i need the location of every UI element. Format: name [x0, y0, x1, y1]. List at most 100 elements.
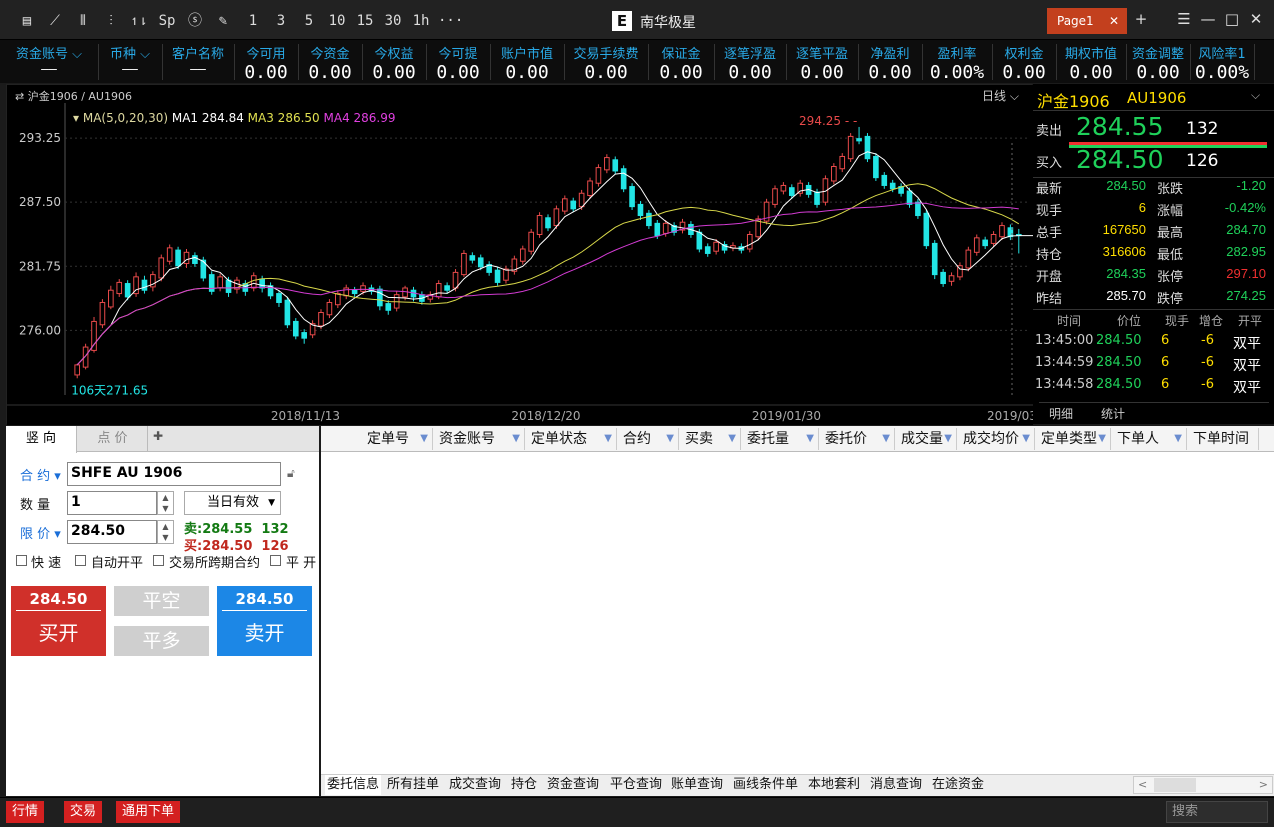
candle-body	[351, 289, 358, 295]
column-header[interactable]: 下单时间	[1187, 428, 1259, 450]
filter-icon[interactable]: ▼	[666, 428, 674, 450]
tab-vertical[interactable]: 竖 向	[6, 426, 77, 453]
close-open-checkbox[interactable]	[270, 555, 281, 566]
kline-chart[interactable]: ⇄ 沪金1906 / AU1906 日线 ⌵ ▾ MA(5,0,20,30) MA1…	[7, 85, 1037, 425]
bottom-tab[interactable]: 委托信息	[325, 775, 382, 795]
more-icon[interactable]: ···	[438, 10, 463, 32]
menu-icon[interactable]: ▤	[16, 10, 38, 32]
filter-icon[interactable]: ▼	[512, 428, 520, 450]
column-header[interactable]: 定单号 ▼	[361, 428, 433, 450]
auto-open-close-checkbox[interactable]	[75, 555, 86, 566]
bottom-tab[interactable]: 平仓查询	[610, 775, 662, 795]
add-tab-icon[interactable]: ✚	[153, 429, 163, 443]
bottom-tab[interactable]: 账单查询	[671, 775, 723, 795]
filter-icon[interactable]: ▼	[882, 428, 890, 450]
s-box-icon[interactable]: ⓢ	[184, 10, 206, 32]
summary-0[interactable]: 资金账号 ⌵ ——	[0, 40, 98, 83]
tab-detail[interactable]: 明细	[1049, 405, 1073, 422]
filter-icon[interactable]: ▼	[728, 428, 736, 450]
list-menu-icon[interactable]: ☰	[1174, 10, 1194, 28]
sell-open-button[interactable]: 284.50 卖开	[217, 586, 312, 656]
period-3-button[interactable]: 3	[270, 10, 292, 32]
period-5-button[interactable]: 5	[298, 10, 320, 32]
unlock-icon[interactable]: 🔓︎	[287, 466, 295, 481]
line-chart-icon[interactable]: ⟋	[44, 10, 66, 32]
price-stepper[interactable]: ▲ ▼	[157, 520, 174, 544]
close-short-button[interactable]: 平空	[114, 586, 209, 616]
bottom-tab[interactable]: 所有挂单	[387, 775, 439, 795]
filter-icon[interactable]: ▼	[1022, 428, 1030, 450]
close-tab-icon[interactable]: ✕	[1109, 8, 1119, 34]
column-header[interactable]: 定单类型 ▼	[1035, 428, 1111, 450]
filter-icon[interactable]: ▼	[806, 428, 814, 450]
column-header[interactable]: 资金账号 ▼	[433, 428, 525, 450]
filter-icon[interactable]: ▼	[1174, 428, 1182, 450]
period-selector[interactable]: 日线 ⌵	[982, 89, 1019, 103]
column-header[interactable]: 成交均价 ▼	[957, 428, 1035, 450]
sell-price[interactable]: 284.55	[1076, 112, 1163, 141]
filter-icon[interactable]: ▼	[604, 428, 612, 450]
horizontal-scrollbar[interactable]: < >	[1133, 776, 1273, 794]
bottom-tab[interactable]: 本地套利	[808, 775, 860, 795]
bottom-tab[interactable]: 持仓	[511, 775, 537, 795]
column-header[interactable]: 合约 ▼	[617, 428, 679, 450]
bottom-tab[interactable]: 成交查询	[449, 775, 501, 795]
period-30-button[interactable]: 30	[382, 10, 404, 32]
filter-icon[interactable]: ▼	[944, 428, 952, 450]
price-input[interactable]: 284.50	[67, 520, 157, 544]
sp-icon[interactable]: Sp	[156, 10, 178, 32]
minimize-icon[interactable]: —	[1198, 10, 1218, 28]
bar-icon[interactable]: ⫶	[100, 10, 122, 32]
bottom-tab[interactable]: 在途资金	[932, 775, 984, 795]
column-header[interactable]: 委托量 ▼	[741, 428, 819, 450]
summary-value: 0.00	[505, 62, 549, 83]
tab-page1[interactable]: Page1 ✕	[1047, 8, 1127, 34]
stat-label: 开盘	[1036, 270, 1063, 285]
add-tab-icon[interactable]: +	[1131, 10, 1151, 28]
kline-chart-panel[interactable]: ⇄ 沪金1906 / AU1906 日线 ⌵ ▾ MA(5,0,20,30) MA1…	[6, 84, 1037, 425]
filter-icon[interactable]: ▼	[420, 428, 428, 450]
candle-body	[570, 200, 577, 210]
validity-select[interactable]: 当日有效 ▼	[184, 491, 281, 515]
summary-1[interactable]: 币种 ⌵ ——	[98, 40, 162, 83]
pen-icon[interactable]: ✎	[212, 10, 234, 32]
bottom-tab[interactable]: 画线条件单	[733, 775, 798, 795]
tab-stats[interactable]: 统计	[1101, 405, 1125, 422]
tick-icon[interactable]: ↿⇂	[128, 10, 150, 32]
scroll-right-icon[interactable]: >	[1259, 778, 1268, 791]
buy-price[interactable]: 284.50	[1076, 145, 1163, 174]
bottom-tab[interactable]: 资金查询	[547, 775, 599, 795]
period-10-button[interactable]: 10	[326, 10, 348, 32]
column-header[interactable]: 成交量 ▼	[895, 428, 957, 450]
filter-icon[interactable]: ▼	[1098, 428, 1106, 450]
contract-input[interactable]: SHFE AU 1906	[67, 462, 281, 486]
general-order-button[interactable]: 通用下单	[116, 801, 181, 823]
buy-open-button[interactable]: 284.50 买开	[11, 586, 106, 656]
contract-label[interactable]: 合 约 ▾	[20, 465, 61, 484]
period-1h-button[interactable]: 1h	[410, 10, 432, 32]
column-header[interactable]: 委托价 ▼	[819, 428, 895, 450]
quick-checkbox[interactable]	[16, 555, 27, 566]
candle-icon[interactable]: ⫴	[72, 10, 94, 32]
candle-body	[704, 246, 711, 254]
search-input[interactable]: 搜索	[1166, 801, 1268, 823]
column-header[interactable]: 定单状态 ▼	[525, 428, 617, 450]
chevron-down-icon[interactable]: ⌵	[1251, 88, 1260, 103]
tab-click-price[interactable]: 点 价	[78, 426, 148, 452]
period-15-button[interactable]: 15	[354, 10, 376, 32]
scroll-left-icon[interactable]: <	[1138, 778, 1147, 791]
close-window-icon[interactable]: ✕	[1246, 10, 1266, 28]
price-label[interactable]: 限 价 ▾	[20, 523, 61, 542]
column-header[interactable]: 下单人 ▼	[1111, 428, 1187, 450]
exchange-spread-checkbox[interactable]	[153, 555, 164, 566]
qty-input[interactable]: 1	[67, 491, 157, 515]
column-header[interactable]: 买卖 ▼	[679, 428, 741, 450]
quotes-button[interactable]: 行情	[6, 801, 45, 823]
trade-button[interactable]: 交易	[64, 801, 103, 823]
close-long-button[interactable]: 平多	[114, 626, 209, 656]
maximize-icon[interactable]: □	[1222, 10, 1242, 28]
qty-stepper[interactable]: ▲ ▼	[157, 491, 174, 515]
period-1-button[interactable]: 1	[242, 10, 264, 32]
candle-body	[385, 303, 392, 311]
bottom-tab[interactable]: 消息查询	[870, 775, 922, 795]
